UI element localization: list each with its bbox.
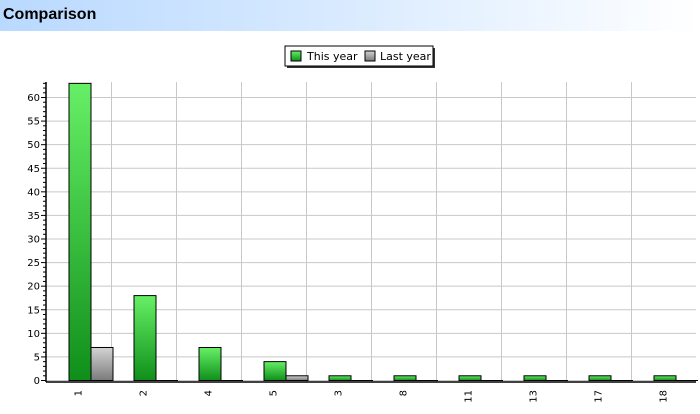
bar-this-year-17 <box>588 375 612 381</box>
legend-label-this-year: This year <box>306 50 358 63</box>
axes: 0510152025303540455055601 2 4 5 3 8 11 13 17 18 <box>27 82 696 403</box>
y-tick-label: 15 <box>27 305 40 316</box>
x-tick-label: 4 <box>204 390 215 396</box>
x-tick-label: 8 <box>399 390 410 396</box>
legend: This year Last year <box>284 45 435 68</box>
bar-last-year-5 <box>285 375 309 381</box>
bar-this-year-2 <box>133 295 157 382</box>
y-tick-label: 30 <box>27 235 40 246</box>
y-tick-label: 5 <box>34 352 40 363</box>
bar-this-year-4 <box>198 346 222 382</box>
legend-swatch-last-year <box>364 50 376 62</box>
x-tick-label: 2 <box>139 390 150 396</box>
y-tick-label: 45 <box>27 164 40 175</box>
y-tick-label: 60 <box>27 93 40 104</box>
bar-this-year-18 <box>653 375 677 381</box>
x-tick-label: 5 <box>269 390 280 396</box>
comparison-chart: 0510152025303540455055601 2 4 5 3 8 11 13 17 18 T… <box>27 45 698 403</box>
x-tick-label: 1 <box>74 390 85 396</box>
y-tick-label: 55 <box>27 117 40 128</box>
x-tick-label: 11 <box>464 390 475 403</box>
bars <box>68 82 698 382</box>
bar-this-year-1 <box>68 82 92 381</box>
bar-this-year-13 <box>523 375 547 381</box>
bar-this-year-8 <box>393 375 417 381</box>
x-tick-label: 3 <box>334 390 345 396</box>
bar-this-year-5 <box>263 361 287 381</box>
y-tick-label: 20 <box>27 282 40 293</box>
legend-label-last-year: Last year <box>380 50 431 63</box>
x-tick-label: 17 <box>594 390 605 403</box>
y-tick-label: 10 <box>27 329 40 340</box>
bar-this-year-3 <box>328 375 352 381</box>
x-tick-label: 18 <box>659 390 670 403</box>
y-tick-label: 0 <box>34 376 40 387</box>
legend-swatch-this-year <box>290 50 302 62</box>
bar-last-year-1 <box>90 346 114 382</box>
x-tick-label: 13 <box>529 390 540 403</box>
y-tick-label: 35 <box>27 211 40 222</box>
bar-this-year-11 <box>458 375 482 381</box>
y-tick-label: 40 <box>27 187 40 198</box>
y-tick-label: 50 <box>27 140 40 151</box>
y-tick-label: 25 <box>27 258 40 269</box>
